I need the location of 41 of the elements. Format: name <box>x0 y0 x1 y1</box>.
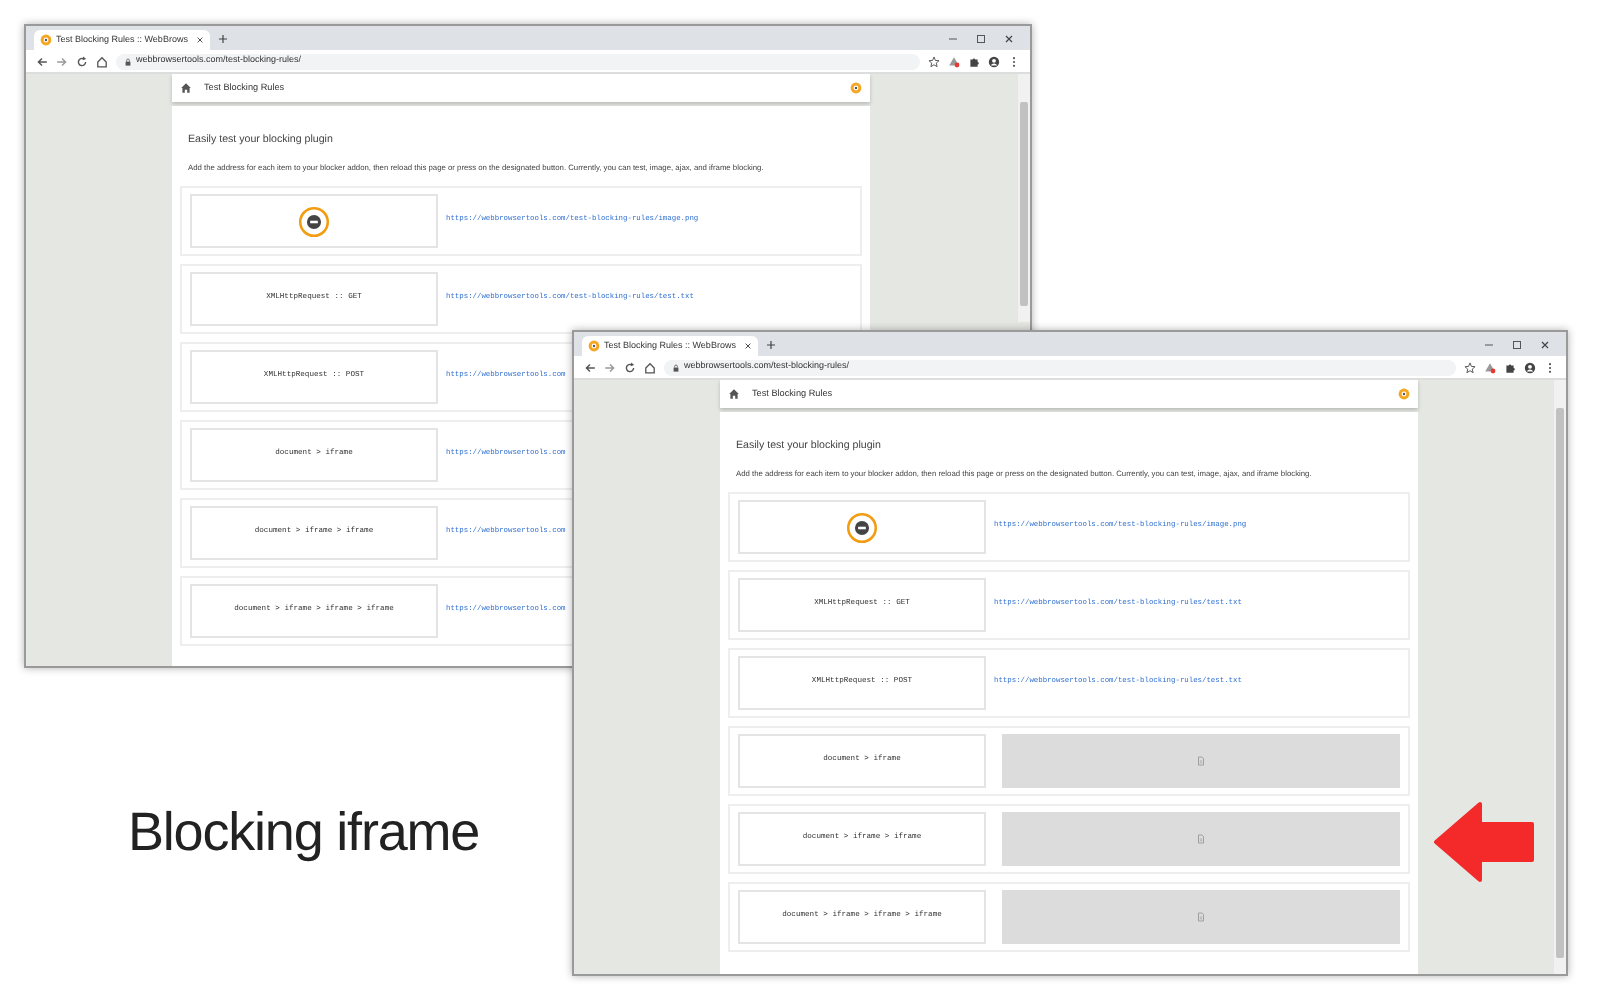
lock-icon <box>124 57 132 65</box>
favicon-icon <box>40 34 52 46</box>
home-icon[interactable] <box>96 55 108 67</box>
close-icon[interactable] <box>196 36 204 44</box>
forward-icon[interactable] <box>604 361 616 373</box>
puzzle-icon[interactable] <box>968 55 980 67</box>
star-icon[interactable] <box>928 55 940 67</box>
lock-icon <box>672 363 680 371</box>
forward-icon[interactable] <box>56 55 68 67</box>
blocked-image-icon <box>846 511 878 544</box>
puzzle-icon[interactable] <box>1504 361 1516 373</box>
maximize-icon[interactable] <box>976 33 986 43</box>
pointer-arrow <box>1432 800 1536 884</box>
plus-icon[interactable] <box>218 33 228 43</box>
star-icon[interactable] <box>1464 361 1476 373</box>
plus-icon[interactable] <box>766 339 776 349</box>
logo-icon <box>850 82 862 94</box>
close-icon[interactable] <box>1004 33 1014 43</box>
profile-icon[interactable] <box>1524 361 1536 373</box>
back-icon[interactable] <box>584 361 596 373</box>
reload-icon[interactable] <box>76 55 88 67</box>
blocked-image-icon <box>298 205 330 238</box>
home-icon[interactable] <box>644 361 656 373</box>
document-icon <box>1196 756 1206 767</box>
close-icon[interactable] <box>744 342 752 350</box>
caption-text: Blocking iframe <box>128 800 480 866</box>
close-icon[interactable] <box>1540 339 1550 349</box>
home-icon[interactable] <box>180 82 192 94</box>
reload-icon[interactable] <box>624 361 636 373</box>
extension-icon[interactable] <box>1484 361 1496 373</box>
back-icon[interactable] <box>36 55 48 67</box>
profile-icon[interactable] <box>988 55 1000 67</box>
logo-icon <box>1398 388 1410 400</box>
document-icon <box>1196 834 1206 845</box>
document-icon <box>1196 912 1206 923</box>
scrollbar[interactable] <box>1554 380 1566 974</box>
extension-icon[interactable] <box>948 55 960 67</box>
home-icon[interactable] <box>728 388 740 400</box>
favicon-icon <box>588 340 600 352</box>
maximize-icon[interactable] <box>1512 339 1522 349</box>
scrollbar[interactable] <box>1018 74 1030 322</box>
